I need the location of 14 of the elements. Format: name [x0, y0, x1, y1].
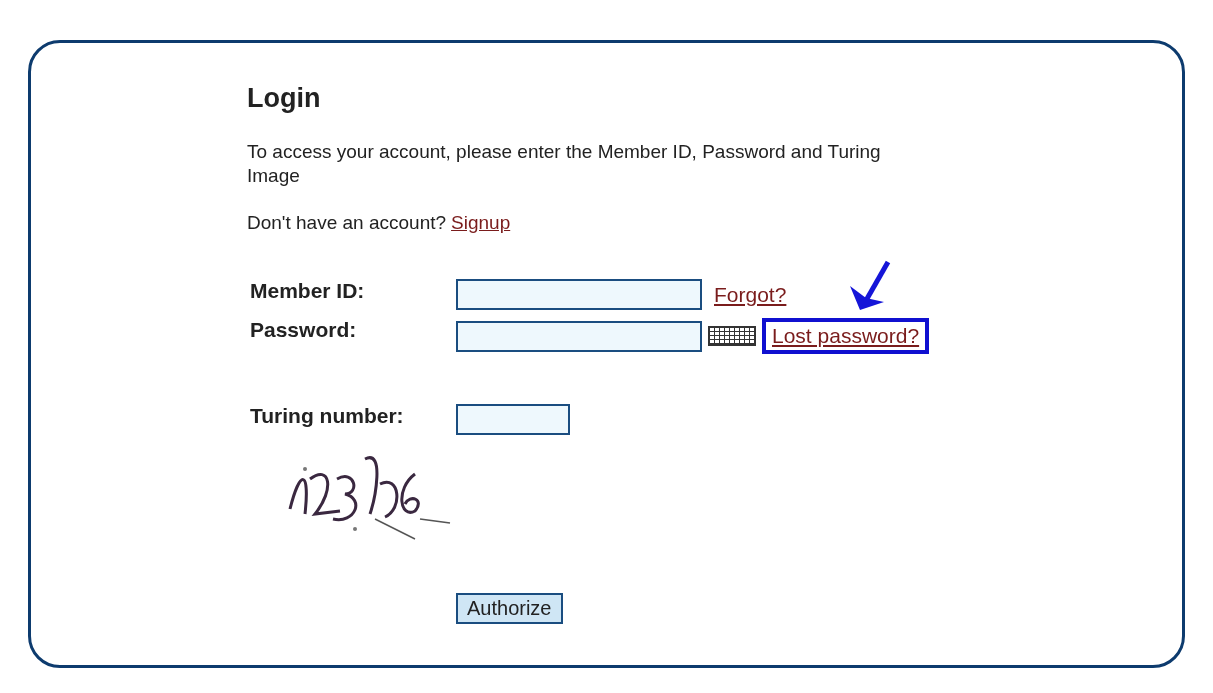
input-field[interactable]	[456, 404, 570, 435]
instructions-text: To access your account, please enter the Member ID, Password and Turing Image	[247, 140, 882, 188]
input-field[interactable]	[456, 279, 702, 310]
input-field[interactable]	[456, 320, 702, 352]
keyboard-icon[interactable]	[708, 326, 756, 346]
signup-prompt: Don't have an account?	[247, 212, 447, 234]
page-title: Login	[247, 83, 322, 114]
lost-password-link[interactable]: Lost password?	[772, 324, 920, 348]
forgot-link[interactable]: Forgot?	[714, 282, 787, 307]
field-label: Password:	[250, 318, 358, 343]
field-label: Turing number:	[250, 404, 405, 429]
authorize-button[interactable]: Authorize	[456, 593, 563, 624]
field-label: Member ID:	[250, 279, 366, 304]
signup-link[interactable]: Signup	[451, 212, 511, 234]
